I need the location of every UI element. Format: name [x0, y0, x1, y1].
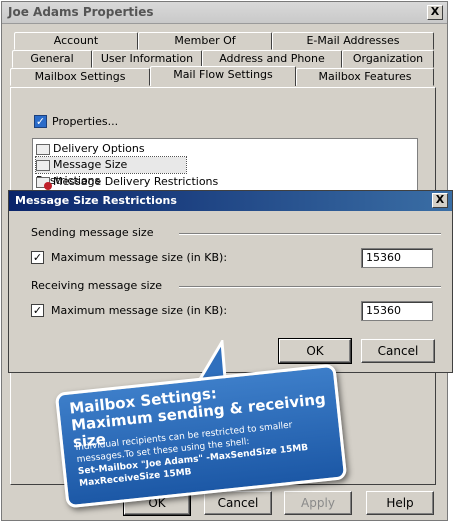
help-button[interactable]: Help — [366, 491, 434, 515]
dialog-ok-button[interactable]: OK — [278, 338, 352, 364]
dialog-cancel-button[interactable]: Cancel — [361, 339, 435, 363]
sending-limit-label: Maximum message size (in KB): — [51, 251, 228, 264]
delivery-options-icon — [36, 143, 50, 155]
close-button[interactable]: X — [427, 5, 443, 20]
window-title: Joe Adams Properties — [8, 5, 154, 19]
tab-mail-flow-settings[interactable]: Mail Flow Settings — [150, 66, 296, 86]
properties-button[interactable]: Properties... — [52, 115, 118, 128]
delivery-restrictions-icon — [36, 176, 52, 190]
cancel-button[interactable]: Cancel — [204, 491, 272, 515]
tab-mailbox-settings[interactable]: Mailbox Settings — [10, 68, 150, 86]
sending-section-label: Sending message size — [31, 226, 154, 239]
sending-size-input[interactable]: 15360 — [361, 248, 433, 268]
tab-organization[interactable]: Organization — [342, 50, 434, 68]
window-title-bar: Joe Adams Properties X — [2, 2, 447, 24]
list-item[interactable]: Delivery Options — [36, 141, 236, 157]
receiving-divider — [179, 286, 441, 288]
properties-icon[interactable]: ✓ — [34, 115, 47, 128]
receiving-section-label: Receiving message size — [31, 279, 163, 292]
list-item[interactable]: Message Size Restrictions — [35, 156, 187, 187]
sending-divider — [179, 233, 441, 235]
tab-mailbox-features[interactable]: Mailbox Features — [296, 68, 434, 86]
list-item-label: Message Delivery Restrictions — [53, 175, 219, 188]
apply-button[interactable]: Apply — [284, 491, 352, 515]
dialog-title-bar: Message Size Restrictions X — [9, 191, 452, 211]
tab-member-of[interactable]: Member Of — [138, 32, 272, 50]
list-item[interactable]: Message Delivery Restrictions — [36, 174, 236, 190]
tab-general[interactable]: General — [12, 50, 92, 68]
list-item-label: Delivery Options — [53, 142, 145, 155]
sending-limit-checkbox[interactable]: ✓ — [31, 251, 44, 264]
receiving-size-input[interactable]: 15360 — [361, 301, 433, 321]
feature-list[interactable]: Delivery Options Message Size Restrictio… — [32, 138, 418, 198]
dialog-close-button[interactable]: X — [432, 193, 448, 208]
size-restrictions-icon — [36, 159, 50, 171]
tab-account[interactable]: Account — [14, 32, 138, 50]
tab-email-addresses[interactable]: E-Mail Addresses — [272, 32, 434, 50]
receiving-limit-checkbox[interactable]: ✓ — [31, 304, 44, 317]
dialog-title: Message Size Restrictions — [15, 194, 177, 207]
receiving-limit-label: Maximum message size (in KB): — [51, 304, 228, 317]
